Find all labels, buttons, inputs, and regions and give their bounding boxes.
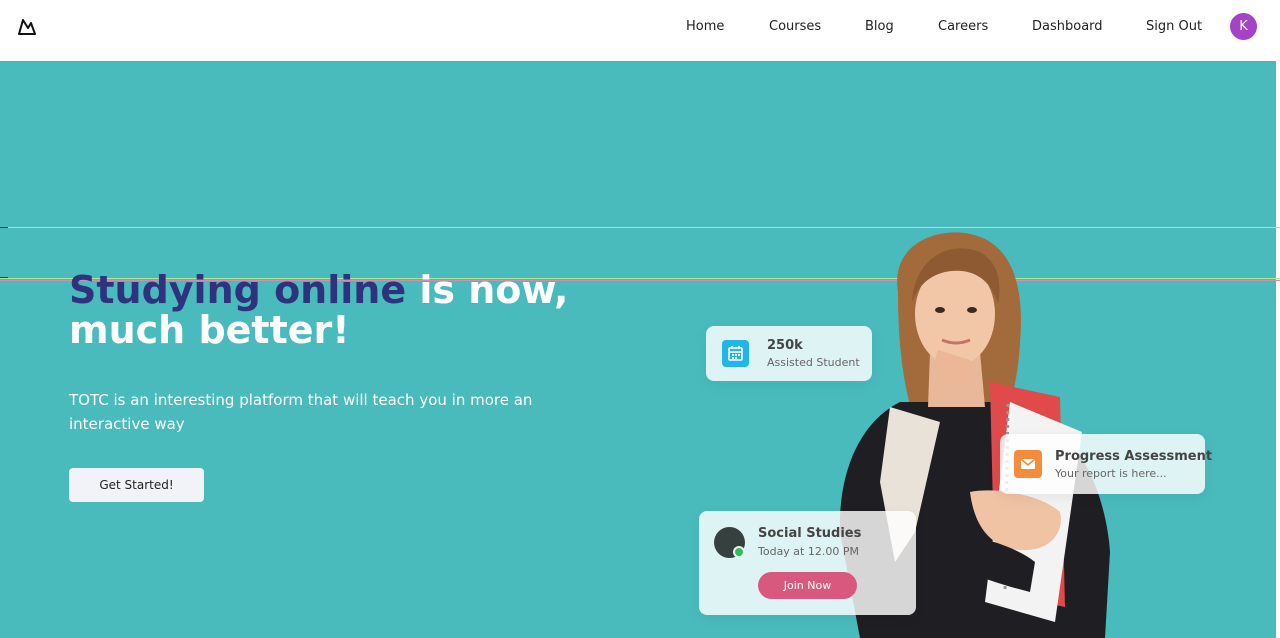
class-reminder-card: Social Studies Today at 12.00 PM Join No…: [699, 511, 916, 615]
hero-title-accent: Studying online: [69, 268, 407, 312]
class-time: Today at 12.00 PM: [758, 545, 859, 558]
join-now-button[interactable]: Join Now: [758, 572, 857, 599]
progress-title: Progress Assessment: [1055, 449, 1213, 464]
render-artifact-line: [0, 227, 1280, 228]
nav-dashboard-link[interactable]: Dashboard: [1032, 19, 1103, 34]
progress-assessment-card[interactable]: Progress Assessment Your report is here.…: [1000, 434, 1212, 494]
hero-title-line2: much better!: [69, 308, 350, 352]
top-navbar: Home Courses Blog Careers Dashboard Sign…: [0, 0, 1280, 61]
stat-value: 250k: [767, 338, 803, 353]
scrollbar-track[interactable]: [1276, 61, 1280, 638]
hero-subtitle: TOTC is an interesting platform that wil…: [69, 391, 533, 433]
hero-title-rest: is now,: [406, 268, 569, 312]
nav-home-link[interactable]: Home: [686, 19, 724, 34]
assisted-students-card: 250k Assisted Student: [706, 326, 872, 381]
render-artifact-tick: [0, 277, 8, 278]
progress-subtitle: Your report is here...: [1055, 467, 1167, 480]
class-title: Social Studies: [758, 526, 862, 541]
user-avatar[interactable]: K: [1230, 13, 1257, 40]
online-status-dot: [733, 546, 745, 558]
hero-title: Studying online is now, much better!: [69, 270, 669, 350]
mountain-logo-icon[interactable]: [17, 17, 37, 37]
nav-blog-link[interactable]: Blog: [865, 19, 894, 34]
nav-courses-link[interactable]: Courses: [769, 19, 821, 34]
stat-label: Assisted Student: [767, 356, 860, 369]
get-started-button[interactable]: Get Started!: [69, 468, 204, 502]
calendar-icon: [722, 340, 749, 367]
mail-icon: [1014, 450, 1042, 478]
render-artifact-tick: [0, 227, 8, 228]
nav-sign-out-link[interactable]: Sign Out: [1146, 19, 1202, 34]
nav-careers-link[interactable]: Careers: [938, 19, 988, 34]
